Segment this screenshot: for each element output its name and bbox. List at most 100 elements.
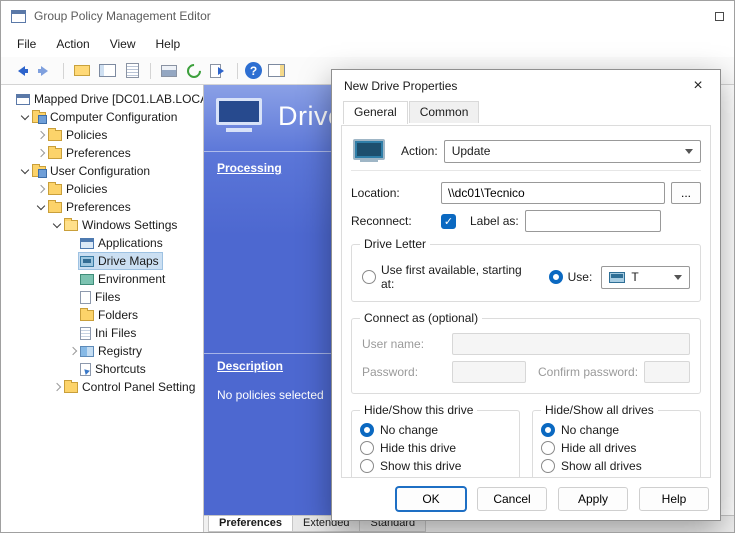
tree-item-policies[interactable]: Policies bbox=[1, 126, 203, 144]
hide-all-drives-option-hide-all-drives[interactable]: Hide all drives bbox=[541, 441, 692, 455]
hide-this-drive-option-hide-this-drive[interactable]: Hide this drive bbox=[360, 441, 511, 455]
hide-all-drives-option-show-all-drives[interactable]: Show all drives bbox=[541, 459, 692, 473]
help-button[interactable]: Help bbox=[639, 487, 709, 511]
chevron-spacer bbox=[67, 309, 79, 321]
browse-button[interactable]: ... bbox=[671, 182, 701, 204]
chevron-expanded-icon[interactable] bbox=[19, 165, 31, 177]
reconnect-checkbox[interactable]: ✓ bbox=[441, 214, 456, 229]
radio-label: Show this drive bbox=[380, 459, 461, 473]
tree-item-drive-maps[interactable]: Drive Maps bbox=[1, 252, 203, 270]
label-as-input[interactable] bbox=[525, 210, 661, 232]
export-list-icon[interactable] bbox=[208, 60, 230, 82]
properties-icon[interactable] bbox=[121, 60, 143, 82]
up-one-level-icon[interactable] bbox=[71, 60, 93, 82]
chevron-collapsed-icon[interactable] bbox=[35, 183, 47, 195]
radio-label: Show all drives bbox=[561, 459, 642, 473]
radio-icon bbox=[541, 459, 555, 473]
tree-item-files[interactable]: Files bbox=[1, 288, 203, 306]
toolbar-separator bbox=[237, 63, 238, 79]
hide-this-drive-option-no-change[interactable]: No change bbox=[360, 423, 511, 437]
chevron-collapsed-icon[interactable] bbox=[51, 381, 63, 393]
tree-item-mapped-drive-dc01-lab-loca[interactable]: Mapped Drive [DC01.LAB.LOCA bbox=[1, 90, 203, 108]
processing-link[interactable]: Processing bbox=[217, 161, 282, 175]
location-row: Location: ... bbox=[351, 182, 701, 204]
pane-right-gutter bbox=[720, 85, 734, 515]
password-input bbox=[452, 361, 526, 383]
chevron-collapsed-icon[interactable] bbox=[35, 147, 47, 159]
tree-item-policies[interactable]: Policies bbox=[1, 180, 203, 198]
tree-item-label: Preferences bbox=[66, 200, 131, 214]
tree-item-shortcuts[interactable]: Shortcuts bbox=[1, 360, 203, 378]
tab-general[interactable]: General bbox=[343, 101, 408, 124]
help-icon[interactable]: ? bbox=[245, 62, 262, 79]
ini-icon bbox=[80, 327, 91, 340]
tree-item-windows-settings[interactable]: Windows Settings bbox=[1, 216, 203, 234]
tree-item-applications[interactable]: Applications bbox=[1, 234, 203, 252]
use-first-available-radio[interactable] bbox=[362, 270, 376, 284]
radio-icon bbox=[541, 441, 555, 455]
menu-file[interactable]: File bbox=[7, 31, 46, 57]
hide-all-drives-title: Hide/Show all drives bbox=[541, 403, 658, 417]
tab-preferences[interactable]: Preferences bbox=[208, 516, 293, 532]
ok-button[interactable]: OK bbox=[396, 487, 466, 511]
chevron-spacer bbox=[3, 93, 15, 105]
tree-item-content: Files bbox=[79, 289, 123, 305]
chevron-collapsed-icon[interactable] bbox=[35, 129, 47, 141]
menu-view[interactable]: View bbox=[100, 31, 146, 57]
drive-letter-select[interactable]: T bbox=[601, 266, 690, 289]
tree-item-label: Folders bbox=[98, 308, 138, 322]
menu-action[interactable]: Action bbox=[46, 31, 99, 57]
user-name-row: User name: bbox=[362, 333, 690, 355]
tree-item-content: Shortcuts bbox=[79, 361, 149, 377]
chevron-expanded-icon[interactable] bbox=[19, 111, 31, 123]
close-icon[interactable]: × bbox=[688, 77, 708, 95]
hide-all-drives-option-no-change[interactable]: No change bbox=[541, 423, 692, 437]
tree-item-environment[interactable]: Environment bbox=[1, 270, 203, 288]
description-link[interactable]: Description bbox=[217, 359, 283, 373]
chevron-collapsed-icon[interactable] bbox=[67, 345, 79, 357]
action-pane-icon[interactable] bbox=[265, 60, 287, 82]
tab-common[interactable]: Common bbox=[409, 101, 480, 123]
tree-item-content: Ini Files bbox=[79, 325, 139, 341]
action-label: Action: bbox=[401, 144, 438, 158]
tree-item-ini-files[interactable]: Ini Files bbox=[1, 324, 203, 342]
console-icon bbox=[16, 94, 30, 105]
folder-icon bbox=[48, 148, 62, 159]
app-icon bbox=[11, 10, 26, 23]
tree-item-registry[interactable]: Registry bbox=[1, 342, 203, 360]
tree-item-preferences[interactable]: Preferences bbox=[1, 198, 203, 216]
radio-label: Hide all drives bbox=[561, 441, 636, 455]
print-icon[interactable] bbox=[158, 60, 180, 82]
new-drive-properties-dialog: New Drive Properties × GeneralCommon Act… bbox=[331, 69, 721, 521]
apply-button[interactable]: Apply bbox=[558, 487, 628, 511]
tree-item-label: Control Panel Setting bbox=[82, 380, 195, 394]
tree-item-content: Drive Maps bbox=[79, 253, 162, 269]
chevron-expanded-icon[interactable] bbox=[35, 201, 47, 213]
drive-letter-value: T bbox=[631, 270, 668, 284]
tree-item-preferences[interactable]: Preferences bbox=[1, 144, 203, 162]
back-icon[interactable] bbox=[9, 60, 31, 82]
drive-icon bbox=[351, 138, 387, 164]
tree-item-label: Policies bbox=[66, 182, 107, 196]
tree-item-label: Registry bbox=[98, 344, 142, 358]
maximize-button[interactable] bbox=[715, 12, 724, 21]
location-input[interactable] bbox=[441, 182, 665, 204]
drive-maps-icon bbox=[216, 98, 262, 134]
forward-icon[interactable] bbox=[34, 60, 56, 82]
console-tree-icon[interactable] bbox=[96, 60, 118, 82]
refresh-icon[interactable] bbox=[183, 60, 205, 82]
drive-letter-group-title: Drive Letter bbox=[360, 237, 430, 251]
no-policies-message: No policies selected bbox=[217, 388, 324, 402]
tree-item-user-configuration[interactable]: User Configuration bbox=[1, 162, 203, 180]
cancel-button[interactable]: Cancel bbox=[477, 487, 547, 511]
action-select[interactable]: Update bbox=[444, 140, 701, 163]
env-icon bbox=[80, 274, 94, 285]
menu-help[interactable]: Help bbox=[146, 31, 191, 57]
chevron-expanded-icon[interactable] bbox=[51, 219, 63, 231]
tree-item-control-panel-setting[interactable]: Control Panel Setting bbox=[1, 378, 203, 396]
hide-this-drive-option-show-this-drive[interactable]: Show this drive bbox=[360, 459, 511, 473]
use-radio[interactable] bbox=[549, 270, 563, 284]
tree-item-computer-configuration[interactable]: Computer Configuration bbox=[1, 108, 203, 126]
tree-item-label: Computer Configuration bbox=[50, 110, 177, 124]
tree-item-folders[interactable]: Folders bbox=[1, 306, 203, 324]
